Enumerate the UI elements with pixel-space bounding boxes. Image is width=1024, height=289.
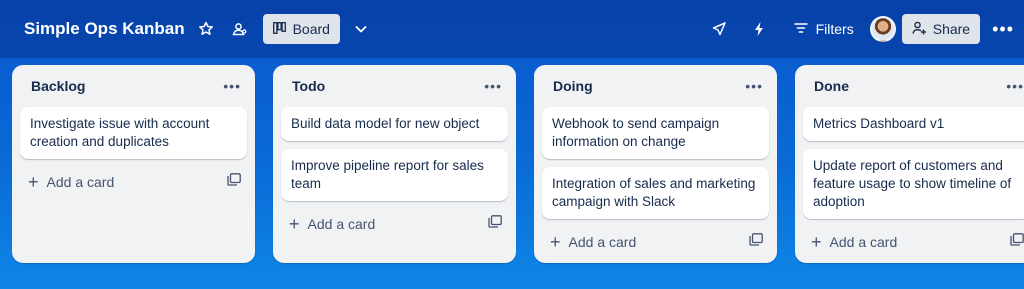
add-card-button[interactable]: + Add a card — [550, 233, 636, 251]
workspace-visibility-icon[interactable] — [227, 16, 253, 42]
add-card-button[interactable]: + Add a card — [811, 233, 897, 251]
plus-icon: + — [289, 214, 300, 234]
filters-button[interactable]: Filters — [793, 21, 854, 37]
card[interactable]: Integration of sales and marketing campa… — [542, 167, 769, 219]
add-card-row: + Add a card — [534, 227, 777, 257]
board-title[interactable]: Simple Ops Kanban — [24, 19, 185, 39]
card-template-icon[interactable] — [749, 233, 763, 251]
add-card-row: + Add a card — [273, 209, 516, 239]
plus-icon: + — [811, 232, 822, 252]
more-horizontal-icon[interactable]: ••• — [992, 19, 1014, 40]
share-label: Share — [932, 21, 971, 37]
card[interactable]: Update report of customers and feature u… — [803, 149, 1024, 219]
list-done: Done ••• Metrics Dashboard v1 Update rep… — [795, 65, 1024, 263]
card[interactable]: Improve pipeline report for sales team — [281, 149, 508, 201]
add-card-label: Add a card — [46, 174, 115, 190]
list-backlog: Backlog ••• Investigate issue with accou… — [12, 65, 255, 263]
card[interactable]: Build data model for new object — [281, 107, 508, 141]
list-header: Todo ••• — [273, 65, 516, 107]
list-todo: Todo ••• Build data model for new object… — [273, 65, 516, 263]
add-card-button[interactable]: + Add a card — [289, 215, 375, 233]
list-title[interactable]: Todo — [292, 78, 325, 94]
plus-icon: + — [550, 232, 561, 252]
list-doing: Doing ••• Webhook to send campaign infor… — [534, 65, 777, 263]
card[interactable]: Investigate issue with account creation … — [20, 107, 247, 159]
add-card-button[interactable]: + Add a card — [28, 173, 114, 191]
list-title[interactable]: Doing — [553, 78, 593, 94]
chevron-down-icon[interactable] — [348, 16, 374, 42]
filter-icon — [793, 21, 808, 37]
board-header: Simple Ops Kanban Board Filters Share ••… — [0, 0, 1024, 58]
card-template-icon[interactable] — [227, 173, 241, 191]
person-add-icon — [912, 21, 927, 38]
add-card-label: Add a card — [307, 216, 376, 232]
add-card-label: Add a card — [829, 234, 898, 250]
board-view-button[interactable]: Board — [262, 14, 340, 44]
card-template-icon[interactable] — [488, 215, 502, 233]
card-template-icon[interactable] — [1010, 233, 1024, 251]
board-view-icon — [272, 21, 286, 37]
avatar[interactable] — [869, 16, 896, 42]
share-button[interactable]: Share — [901, 14, 981, 44]
lightning-icon[interactable] — [746, 16, 772, 42]
plus-icon: + — [28, 172, 39, 192]
list-header: Backlog ••• — [12, 65, 255, 107]
add-card-row: + Add a card — [12, 167, 255, 197]
list-menu-icon[interactable]: ••• — [1006, 78, 1024, 94]
rocket-icon[interactable] — [706, 16, 732, 42]
filters-label: Filters — [815, 21, 854, 37]
board-lists: Backlog ••• Investigate issue with accou… — [12, 65, 1024, 263]
list-title[interactable]: Backlog — [31, 78, 85, 94]
list-menu-icon[interactable]: ••• — [223, 78, 241, 94]
add-card-label: Add a card — [568, 234, 637, 250]
list-title[interactable]: Done — [814, 78, 849, 94]
add-card-row: + Add a card — [795, 227, 1024, 257]
list-menu-icon[interactable]: ••• — [484, 78, 502, 94]
card[interactable]: Metrics Dashboard v1 — [803, 107, 1024, 141]
list-header: Doing ••• — [534, 65, 777, 107]
list-menu-icon[interactable]: ••• — [745, 78, 763, 94]
star-icon[interactable] — [193, 16, 219, 42]
card[interactable]: Webhook to send campaign information on … — [542, 107, 769, 159]
board-view-label: Board — [292, 21, 330, 37]
list-header: Done ••• — [795, 65, 1024, 107]
